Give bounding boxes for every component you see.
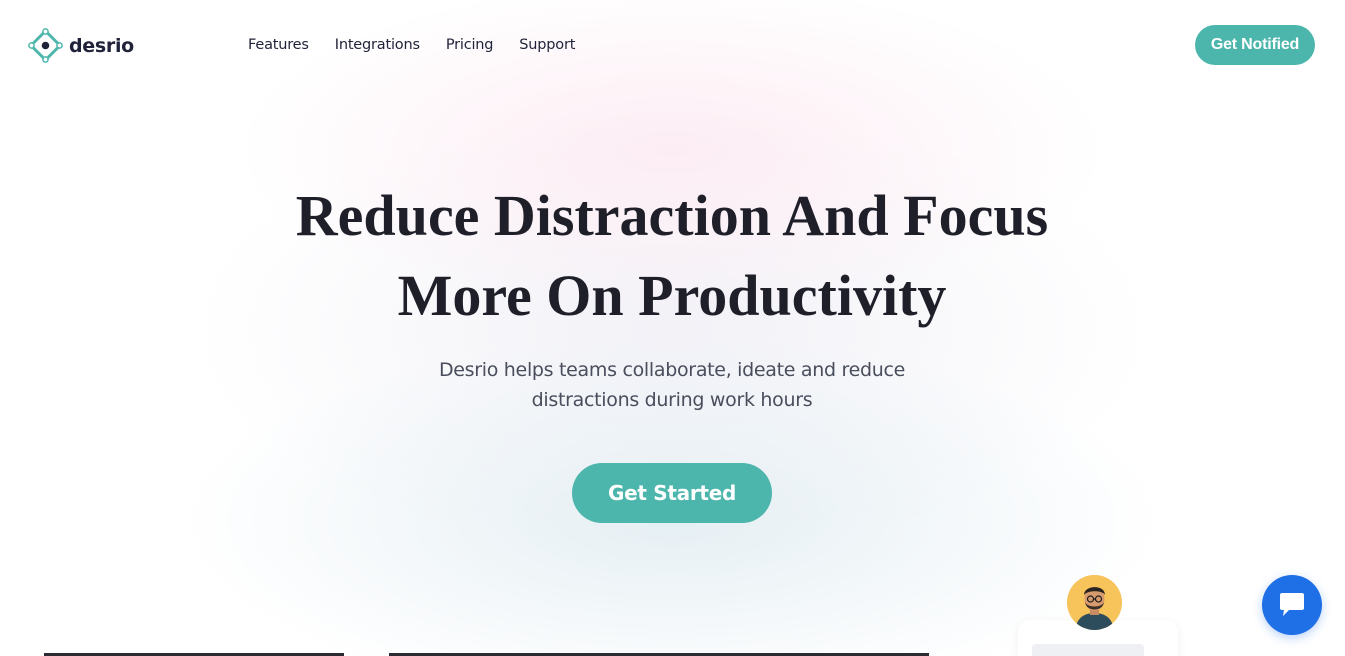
brand-logo[interactable]: desrio	[28, 28, 134, 63]
hero-title: Reduce Distraction And Focus More On Pro…	[172, 176, 1172, 336]
nav-link-features[interactable]: Features	[248, 37, 309, 53]
diamond-dot-icon	[28, 28, 63, 63]
hero-subtitle-line-2: distractions during work hours	[531, 389, 813, 411]
main-menu: Features Integrations Pricing Support	[248, 37, 601, 53]
nav-link-pricing[interactable]: Pricing	[446, 37, 494, 53]
chat-widget-button[interactable]	[1262, 575, 1322, 635]
chat-bubble-icon	[1280, 593, 1304, 616]
hero-subtitle-line-1: Desrio helps teams collaborate, ideate a…	[438, 359, 906, 381]
hero-subtitle: Desrio helps teams collaborate, ideate a…	[372, 355, 972, 415]
top-navbar: desrio Features Integrations Pricing Sup…	[0, 0, 1345, 90]
brand-name: desrio	[69, 34, 134, 57]
nav-link-integrations[interactable]: Integrations	[335, 37, 420, 53]
preview-placeholder-line	[1032, 644, 1144, 656]
get-notified-button[interactable]: Get Notified	[1195, 25, 1315, 65]
user-avatar	[1067, 575, 1122, 630]
hero-title-line-1: Reduce Distraction And Focus	[295, 183, 1049, 248]
hero-title-line-2: More On Productivity	[397, 263, 947, 328]
get-started-button[interactable]: Get Started	[572, 463, 772, 523]
nav-link-support[interactable]: Support	[519, 37, 575, 53]
